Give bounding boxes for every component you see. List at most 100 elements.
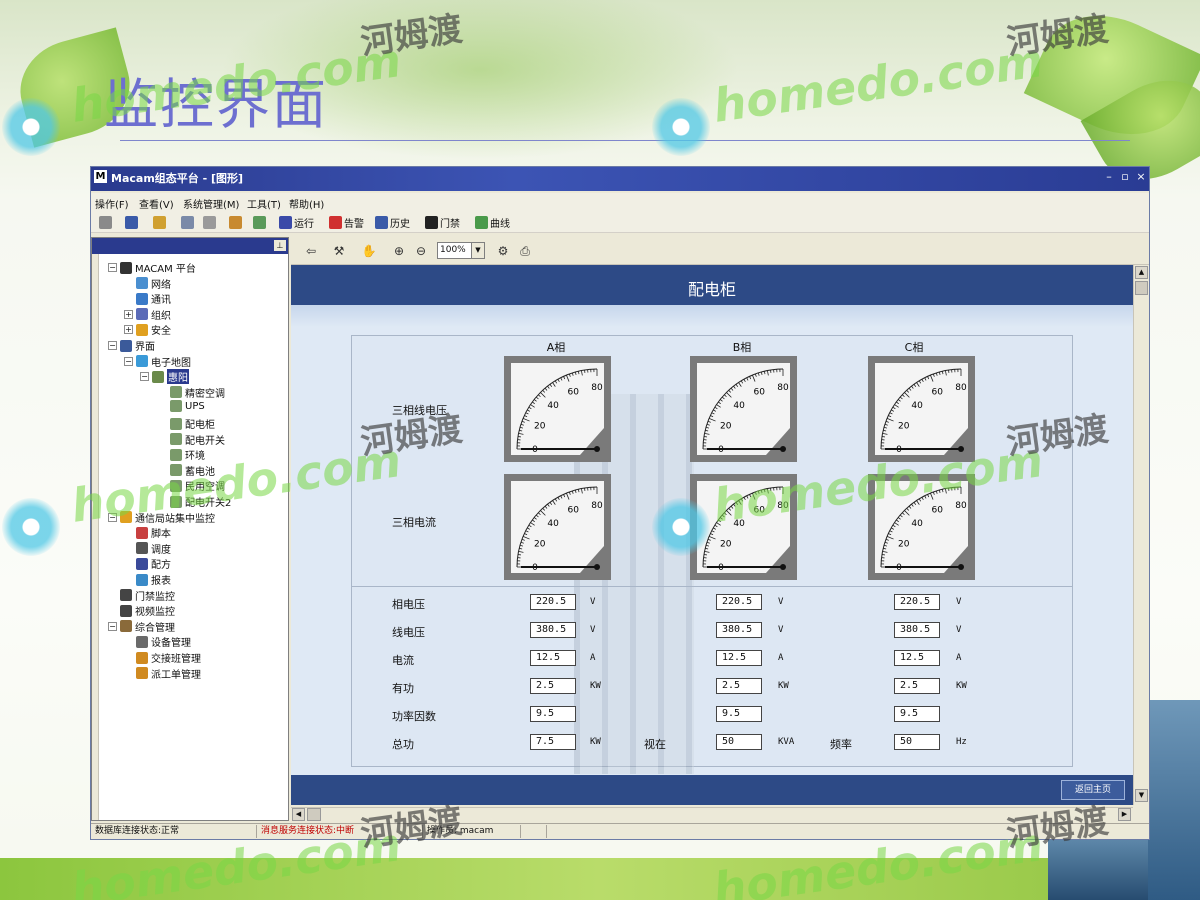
tree-node[interactable]: 报表 — [124, 572, 171, 587]
tree-node-label: 蓄电池 — [185, 466, 215, 478]
collapse-icon[interactable]: − — [124, 356, 133, 366]
tree-scrollbar[interactable] — [92, 254, 99, 820]
alarm-label: 告警 — [344, 218, 364, 230]
collapse-icon[interactable]: − — [108, 512, 117, 522]
scroll-left-icon[interactable]: ◀ — [292, 808, 305, 821]
print-icon[interactable]: ⎙ — [517, 243, 533, 259]
measurement-extra-label: 视在 — [644, 738, 666, 751]
current-row-label: 三相电流 — [392, 516, 436, 529]
tool-button[interactable] — [229, 214, 242, 230]
tree-node[interactable]: 网络 — [124, 276, 171, 291]
maximize-button[interactable]: ▫ — [1118, 170, 1132, 184]
tree-node[interactable]: 配电柜 — [158, 416, 215, 431]
network-icon — [136, 277, 148, 290]
menu-tools[interactable]: 工具(T) — [247, 196, 281, 211]
door-button[interactable]: 门禁 — [425, 214, 460, 230]
tool-button[interactable] — [153, 214, 166, 230]
scroll-down-icon[interactable]: ▼ — [1135, 789, 1148, 802]
close-button[interactable]: × — [1134, 170, 1148, 184]
history-button[interactable]: 历史 — [375, 214, 410, 230]
curve-button[interactable]: 曲线 — [475, 214, 510, 230]
tree-node[interactable]: − MACAM 平台 — [108, 260, 196, 275]
settings-icon[interactable]: ⚙ — [495, 243, 511, 259]
tree-node[interactable]: 民用空调 — [158, 478, 225, 493]
back-arrow-icon[interactable]: ⇦ — [303, 243, 319, 259]
gauge-tick-label: 20 — [534, 539, 546, 549]
tree-node[interactable]: 配电开关2 — [158, 494, 231, 509]
tool-button[interactable] — [99, 214, 112, 230]
tree-node[interactable]: 蓄电池 — [158, 463, 215, 478]
tree-node[interactable]: 通讯 — [124, 291, 171, 306]
tree-node[interactable]: − 惠阳 — [140, 369, 189, 385]
scroll-up-icon[interactable]: ▲ — [1135, 266, 1148, 279]
collapse-icon[interactable]: − — [108, 341, 117, 350]
tree-node[interactable]: − 界面 — [108, 338, 155, 353]
hand-icon[interactable]: ✋ — [361, 243, 377, 259]
zoom-select[interactable]: 100% ▼ — [437, 242, 485, 259]
menu-system[interactable]: 系统管理(M) — [183, 196, 239, 211]
tool-button[interactable] — [181, 214, 194, 230]
tool-button[interactable] — [125, 214, 138, 230]
scroll-thumb[interactable] — [1135, 281, 1148, 295]
tree-node-label: 派工单管理 — [151, 669, 201, 681]
alarm-button[interactable]: 告警 — [329, 214, 364, 230]
tools-icon[interactable]: ⚒ — [331, 243, 347, 259]
tree-node[interactable]: 门禁监控 — [108, 588, 175, 603]
tool-button[interactable] — [203, 214, 216, 230]
tree-node[interactable]: 交接班管理 — [124, 650, 201, 665]
tree-node[interactable]: − 通信局站集中监控 — [108, 510, 215, 525]
pin-icon[interactable]: ⊥ — [274, 240, 286, 251]
chevron-down-icon[interactable]: ▼ — [471, 243, 484, 258]
tree-node[interactable]: 设备管理 — [124, 634, 191, 649]
gauge-tick-label: 40 — [733, 519, 745, 529]
manage-icon — [120, 620, 132, 633]
gauge-tick-label: 40 — [547, 519, 559, 529]
menu-operate[interactable]: 操作(F) — [95, 196, 129, 211]
collapse-icon[interactable]: − — [108, 621, 117, 631]
header-strip — [291, 305, 1133, 327]
tree-node[interactable]: − 综合管理 — [108, 619, 175, 634]
gauge-hub — [594, 446, 600, 452]
tree-node[interactable]: + 组织 — [124, 307, 171, 322]
tree-node[interactable]: 派工单管理 — [124, 666, 201, 681]
tree-node[interactable]: + 安全 — [124, 322, 171, 337]
horizontal-scrollbar[interactable]: ◀ ▶ — [291, 807, 1133, 821]
device-icon — [170, 495, 182, 508]
gauge-face: 020406080 — [697, 363, 790, 455]
collapse-icon[interactable]: − — [108, 263, 117, 272]
expand-icon[interactable]: + — [124, 325, 133, 335]
collapse-icon[interactable]: − — [140, 372, 149, 382]
tree-node[interactable]: − 电子地图 — [124, 354, 191, 369]
gauge-face: 020406080 — [875, 481, 968, 573]
unit-label: Hz — [956, 737, 967, 747]
scroll-thumb[interactable] — [307, 808, 321, 821]
tree-node[interactable]: 调度 — [124, 541, 171, 556]
return-home-button[interactable]: 返回主页 — [1061, 780, 1125, 800]
measurement-label: 总功 — [392, 738, 414, 751]
run-button[interactable]: 运行 — [279, 214, 314, 230]
tree-node[interactable]: 配电开关 — [158, 432, 225, 447]
menu-help[interactable]: 帮助(H) — [289, 196, 324, 211]
unit-label: V — [590, 625, 596, 635]
tree-node[interactable]: UPS — [158, 400, 205, 413]
tool-button[interactable] — [253, 214, 266, 230]
refresh-icon — [253, 215, 266, 229]
expand-icon[interactable]: + — [124, 309, 133, 319]
minimize-button[interactable]: – — [1102, 170, 1116, 184]
unit-label: V — [590, 597, 596, 607]
zoom-in-icon[interactable]: ⊕ — [391, 243, 407, 259]
tree-node[interactable]: 环境 — [158, 447, 205, 462]
panel-divider — [352, 586, 1072, 587]
tree-node[interactable]: 脚本 — [124, 525, 171, 540]
zoom-out-icon[interactable]: ⊖ — [413, 243, 429, 259]
unit-label: V — [778, 597, 784, 607]
tree-node[interactable]: 视频监控 — [108, 603, 175, 618]
tree-node[interactable]: 精密空调 — [158, 385, 225, 400]
scroll-right-icon[interactable]: ▶ — [1118, 808, 1131, 821]
bottom-band — [0, 858, 1200, 900]
tree-node[interactable]: 配方 — [124, 556, 171, 571]
vertical-scrollbar[interactable]: ▲ ▼ — [1133, 265, 1149, 805]
window-titlebar[interactable]: M Macam组态平台 - [图形] – ▫ × — [91, 167, 1149, 191]
window-title: Macam组态平台 - [图形] — [111, 172, 244, 185]
menu-view[interactable]: 查看(V) — [139, 196, 174, 211]
